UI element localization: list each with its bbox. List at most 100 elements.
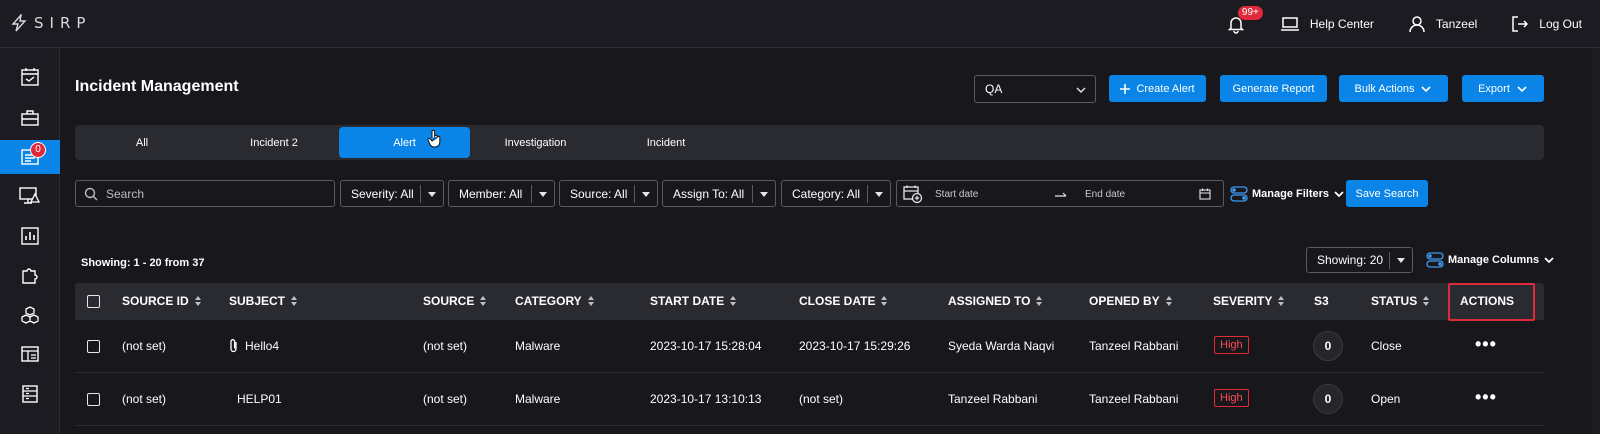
cell-status: Open xyxy=(1371,392,1401,406)
caret-down-icon xyxy=(875,192,883,197)
generate-report-button[interactable]: Generate Report xyxy=(1220,75,1327,102)
manage-filters-button[interactable]: Manage Filters xyxy=(1230,180,1345,207)
column-header-subject[interactable]: SUBJECT xyxy=(229,294,298,308)
table-row[interactable]: (not set) Hello4 (not set) Malware 2023-… xyxy=(75,320,1544,373)
assign-to-filter[interactable]: Assign To: All xyxy=(662,180,776,207)
source-filter-value: Source: All xyxy=(570,186,628,201)
create-alert-button[interactable]: Create Alert xyxy=(1109,75,1206,102)
sort-icon xyxy=(291,296,298,306)
export-button[interactable]: Export xyxy=(1462,75,1544,102)
bulk-actions-label: Bulk Actions xyxy=(1354,82,1415,95)
manage-columns-button[interactable]: Manage Columns xyxy=(1426,247,1555,273)
column-header-category[interactable]: CATEGORY xyxy=(515,294,595,308)
sidebar-item-reports[interactable] xyxy=(0,219,60,253)
cell-opened-by: Tanzeel Rabbani xyxy=(1089,392,1179,406)
export-label: Export xyxy=(1478,82,1510,95)
row-checkbox[interactable] xyxy=(87,340,100,353)
logo-text: SIRP xyxy=(34,14,92,32)
cell-subject[interactable]: HELP01 xyxy=(237,392,282,406)
page-scrollbar[interactable] xyxy=(1592,48,1600,434)
cell-start-date: 2023-10-17 13:10:13 xyxy=(650,392,762,406)
sidebar-item-servers[interactable] xyxy=(0,377,60,411)
tab-all[interactable]: All xyxy=(75,125,209,160)
tab-alert[interactable]: Alert xyxy=(339,127,470,158)
tab-incident[interactable]: Incident xyxy=(601,125,731,160)
manage-filters-label: Manage Filters xyxy=(1252,187,1330,200)
sidebar-item-assets[interactable] xyxy=(0,298,60,332)
sidebar: 0 xyxy=(0,48,60,434)
table-row[interactable]: (not set) HELP01 (not set) Malware 2023-… xyxy=(75,373,1544,426)
sort-icon xyxy=(730,296,737,306)
cell-assigned-to: Tanzeel Rabbani xyxy=(948,392,1038,406)
category-filter-value: Category: All xyxy=(792,186,861,201)
column-header-s3: S3 xyxy=(1314,294,1329,308)
sidebar-item-incidents[interactable]: 0 xyxy=(0,140,60,174)
severity-badge: High xyxy=(1214,336,1249,354)
category-filter[interactable]: Category: All xyxy=(781,180,891,207)
bulk-actions-button[interactable]: Bulk Actions xyxy=(1339,75,1448,102)
cell-close-date: (not set) xyxy=(799,392,844,406)
column-header-close-date[interactable]: CLOSE DATE xyxy=(799,294,888,308)
calendar-add-icon xyxy=(903,185,923,204)
end-date-input[interactable]: End date xyxy=(1085,189,1125,200)
source-filter[interactable]: Source: All xyxy=(559,180,658,207)
notifications-button[interactable]: 99+ xyxy=(1226,6,1263,34)
column-header-start-date[interactable]: START DATE xyxy=(650,294,737,308)
create-alert-label: Create Alert xyxy=(1136,82,1195,95)
caret-down-icon xyxy=(539,192,547,197)
severity-badge: High xyxy=(1214,389,1249,407)
column-header-source[interactable]: SOURCE xyxy=(423,294,487,308)
row-actions-menu-icon[interactable]: ••• xyxy=(1475,387,1497,408)
chart-bars-icon xyxy=(21,227,39,245)
caret-down-icon xyxy=(760,192,768,197)
severity-filter[interactable]: Severity: All xyxy=(340,180,444,207)
column-header-assigned-to[interactable]: ASSIGNED TO xyxy=(948,294,1043,308)
severity-filter-value: Severity: All xyxy=(351,186,414,201)
row-actions-menu-icon[interactable]: ••• xyxy=(1475,334,1497,355)
column-header-label: SOURCE xyxy=(423,294,475,308)
table-header: SOURCE ID SUBJECT SOURCE CATEGORY START … xyxy=(75,283,1544,321)
column-header-label: SUBJECT xyxy=(229,294,286,308)
logout-button[interactable]: Log Out xyxy=(1511,15,1582,33)
sidebar-item-dashboard[interactable] xyxy=(0,337,60,371)
column-header-source-id[interactable]: SOURCE ID xyxy=(122,294,202,308)
member-filter[interactable]: Member: All xyxy=(448,180,555,207)
row-checkbox[interactable] xyxy=(87,393,100,406)
logout-icon xyxy=(1512,16,1529,32)
column-header-label: OPENED BY xyxy=(1089,294,1160,308)
manage-columns-label: Manage Columns xyxy=(1448,254,1540,266)
sort-icon xyxy=(1423,296,1430,306)
chevron-down-icon xyxy=(1076,87,1086,93)
cell-category: Malware xyxy=(515,392,561,406)
user-menu[interactable]: Tanzeel xyxy=(1408,15,1477,33)
chevron-down-icon xyxy=(1334,190,1344,197)
workspace-select[interactable]: QA xyxy=(974,75,1096,103)
page-title: Incident Management xyxy=(75,78,239,95)
tab-incident-2[interactable]: Incident 2 xyxy=(209,125,339,160)
date-range-picker[interactable]: Start date End date xyxy=(896,180,1224,207)
column-header-status[interactable]: STATUS xyxy=(1371,294,1430,308)
column-header-opened-by[interactable]: OPENED BY xyxy=(1089,294,1173,308)
search-input[interactable]: Search xyxy=(75,180,335,207)
actions-column-highlight xyxy=(1448,283,1535,321)
start-date-input[interactable]: Start date xyxy=(935,189,978,200)
save-search-button[interactable]: Save Search xyxy=(1346,180,1428,207)
help-center-label: Help Center xyxy=(1309,17,1374,31)
column-header-label: STATUS xyxy=(1371,294,1418,308)
attachment-icon xyxy=(230,339,237,353)
cell-subject[interactable]: Hello4 xyxy=(245,339,279,353)
sidebar-item-calendar[interactable] xyxy=(0,60,60,94)
column-header-severity[interactable]: SEVERITY xyxy=(1213,294,1285,308)
app-logo[interactable]: SIRP xyxy=(10,14,91,32)
page-size-select[interactable]: Showing: 20 xyxy=(1306,247,1413,273)
sidebar-item-integrations[interactable] xyxy=(0,258,60,292)
puzzle-icon xyxy=(22,268,38,284)
help-center-link[interactable]: Help Center xyxy=(1280,16,1374,32)
tab-investigation[interactable]: Investigation xyxy=(470,125,601,160)
caret-down-icon xyxy=(428,192,436,197)
sidebar-item-cases[interactable] xyxy=(0,101,60,135)
workspace-select-value: QA xyxy=(985,82,1003,96)
plus-icon xyxy=(1120,83,1131,94)
select-all-checkbox[interactable] xyxy=(87,295,100,308)
column-header-label: S3 xyxy=(1314,294,1329,308)
